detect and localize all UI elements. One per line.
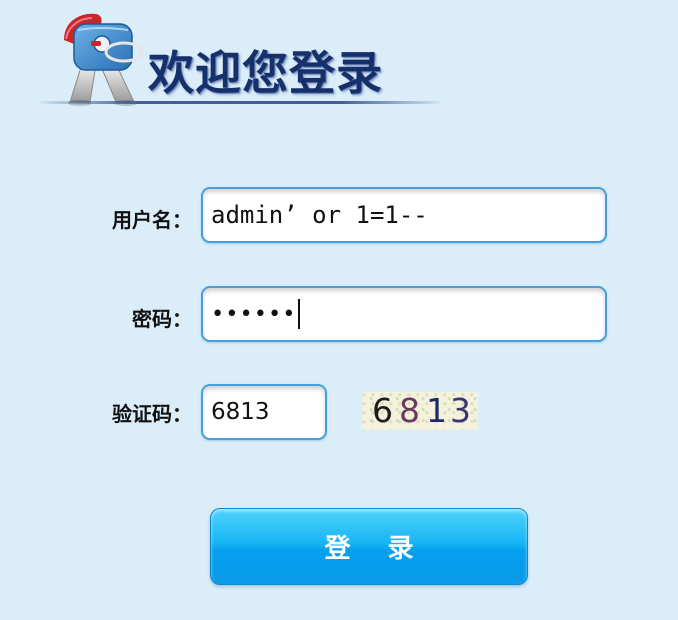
- captcha-value: 6813: [211, 399, 270, 425]
- header-divider: [40, 101, 440, 104]
- password-label: 密码：: [132, 307, 192, 331]
- username-field[interactable]: admin’ or 1=1--: [201, 187, 607, 243]
- captcha-digit: 6: [372, 391, 393, 430]
- captcha-digit: 3: [450, 391, 471, 430]
- text-cursor: [298, 299, 301, 329]
- password-masked-value: ••••••: [211, 301, 297, 327]
- captcha-field[interactable]: 6813: [201, 384, 327, 440]
- login-button[interactable]: 登 录: [210, 508, 528, 585]
- username-value: admin’ or 1=1--: [211, 201, 428, 229]
- welcome-title: 欢迎您登录: [148, 46, 383, 100]
- captcha-label: 验证码：: [112, 402, 192, 426]
- password-field[interactable]: ••••••: [201, 286, 607, 342]
- header: 欢迎您登录: [40, 4, 440, 108]
- login-button-label: 登 录: [324, 534, 428, 564]
- person-key-logo-icon: [64, 13, 144, 106]
- username-label: 用户名：: [112, 208, 192, 232]
- captcha-image[interactable]: 6 8 1 3: [362, 392, 478, 430]
- captcha-digit: 1: [426, 391, 447, 430]
- captcha-digit: 8: [399, 391, 420, 430]
